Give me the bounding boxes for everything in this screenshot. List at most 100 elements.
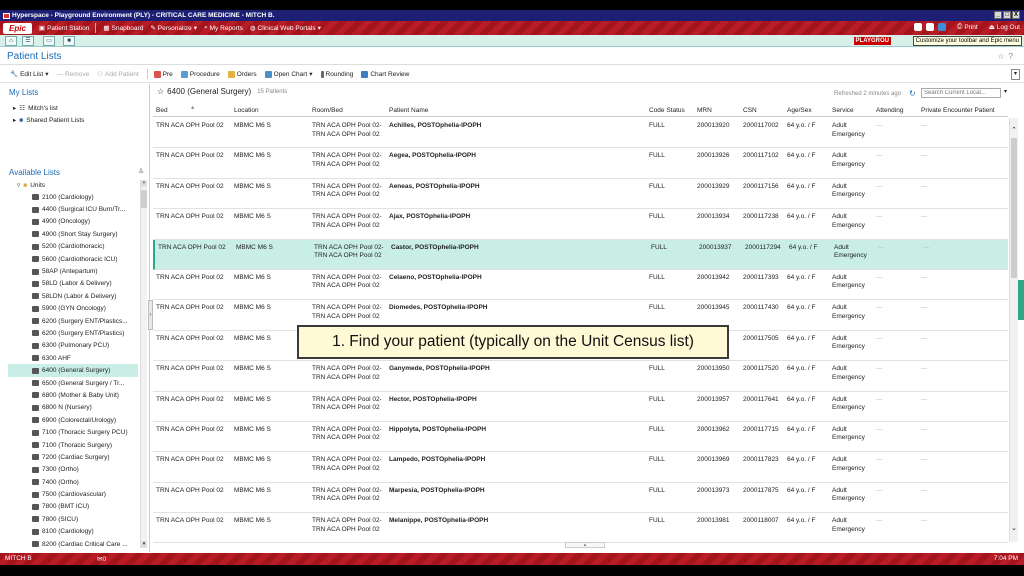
unit-list-item[interactable]: 5900 (GYN Oncology) bbox=[8, 303, 138, 315]
unit-list-item[interactable]: 8200 (Cardiac Critical Care ... bbox=[8, 538, 138, 550]
scroll-up-button[interactable]: + bbox=[141, 180, 147, 187]
col-attending[interactable]: Attending bbox=[876, 107, 903, 114]
scroll-down-button[interactable]: ⌄ bbox=[1010, 524, 1018, 534]
unit-list-item[interactable]: 6300 (Pulmonary PCU) bbox=[8, 340, 138, 352]
col-patient-name[interactable]: Patient Name bbox=[389, 107, 428, 114]
col-service[interactable]: Service bbox=[832, 107, 854, 114]
search-dropdown-arrow[interactable]: ▾ bbox=[1004, 88, 1007, 95]
units-folder[interactable]: ▿ ■ Units bbox=[17, 181, 45, 190]
clinical-web-portals-button[interactable]: ◍ Clinical Web Portals ▾ bbox=[250, 24, 321, 33]
refresh-icon[interactable]: ↻ bbox=[909, 89, 916, 98]
pre-button[interactable]: Pre bbox=[153, 70, 173, 78]
unit-list-item[interactable]: 58LD (Labor & Delivery) bbox=[8, 278, 138, 290]
patient-lists-tab-icon[interactable]: ☰ bbox=[22, 36, 34, 46]
inbasket-tab-icon[interactable]: ■ bbox=[63, 36, 75, 46]
unit-list-item[interactable]: 7500 (Cardiovascular) bbox=[8, 488, 138, 500]
table-scrollbar[interactable]: ⌃ ⌄ bbox=[1009, 118, 1018, 542]
favorite-star-icon[interactable]: ☆ bbox=[997, 52, 1008, 61]
unit-list-item[interactable]: 58AP (Antepartum) bbox=[8, 265, 138, 277]
message-indicator[interactable]: ✉0 bbox=[97, 555, 106, 563]
sidebar-scrollbar[interactable]: + ▾ bbox=[140, 180, 147, 548]
unit-list-item[interactable]: 2100 (Cardiology) bbox=[8, 191, 138, 203]
table-row[interactable]: TRN ACA OPH Pool 02 MBMC M6 S TRN ACA OPH … bbox=[153, 422, 1008, 453]
schedule-tab-icon[interactable]: ▭ bbox=[43, 36, 55, 46]
my-list-mitch[interactable]: ▸ ☷ Mitch's list bbox=[13, 104, 58, 113]
table-row[interactable]: TRN ACA OPH Pool 02 MBMC M6 S TRN ACA OPH … bbox=[153, 118, 1008, 149]
unit-list-item[interactable]: 8100 (Cardiology) bbox=[8, 526, 138, 538]
my-list-shared[interactable]: ▸ ■ Shared Patient Lists bbox=[13, 116, 84, 125]
unit-list-item[interactable]: 4400 (Surgical ICU Burn/Tr... bbox=[8, 203, 138, 215]
scroll-down-button[interactable]: ▾ bbox=[141, 541, 147, 548]
unit-list-item[interactable]: 7800 (BMT ICU) bbox=[8, 501, 138, 513]
unit-list-item[interactable]: 7800 (SICU) bbox=[8, 513, 138, 525]
col-code-status[interactable]: Code Status bbox=[649, 107, 685, 114]
col-location[interactable]: Location bbox=[234, 107, 259, 114]
table-row[interactable]: TRN ACA OPH Pool 02 MBMC M6 S TRN ACA OPH … bbox=[153, 148, 1008, 179]
user-icon[interactable] bbox=[938, 23, 947, 31]
chart-review-button[interactable]: Chart Review bbox=[361, 70, 409, 78]
help-icon[interactable]: ? bbox=[1009, 52, 1017, 61]
scrollbar-thumb[interactable] bbox=[141, 190, 147, 208]
patient-station-button[interactable]: ▣ Patient Station bbox=[39, 24, 89, 33]
favorite-star-icon[interactable]: ☆ bbox=[157, 87, 164, 96]
home-tab-icon[interactable]: ⌂ bbox=[5, 36, 17, 46]
toolbar-overflow-button[interactable]: ▾ bbox=[1011, 69, 1020, 80]
side-panel-tab[interactable] bbox=[1018, 280, 1024, 320]
unit-list-item[interactable]: 7100 (Thoracic Surgery PCU) bbox=[8, 426, 138, 438]
personalize-button[interactable]: ✎ Personalize ▾ bbox=[150, 24, 197, 33]
secure-chat-icon[interactable] bbox=[914, 23, 923, 31]
bottom-panel-grip[interactable]: ▴ bbox=[565, 542, 605, 548]
unit-list-item[interactable]: 7400 (Ortho) bbox=[8, 476, 138, 488]
unit-list-item[interactable]: 6800 N (Nursery) bbox=[8, 402, 138, 414]
table-row[interactable]: TRN ACA OPH Pool 02 MBMC M6 S TRN ACA OPH … bbox=[153, 452, 1008, 483]
unit-list-item[interactable]: 5200 (Cardiothoracic) bbox=[8, 241, 138, 253]
col-bed[interactable]: Bed bbox=[156, 107, 168, 114]
unit-list-item[interactable]: 6800 (Mother & Baby Unit) bbox=[8, 389, 138, 401]
unit-list-item[interactable]: 7300 (Ortho) bbox=[8, 464, 138, 476]
my-lists-heading[interactable]: My Lists bbox=[9, 88, 38, 97]
my-reports-button[interactable]: ⌕ My Reports bbox=[204, 24, 243, 32]
unit-list-item[interactable]: 7200 (Cardiac Surgery) bbox=[8, 451, 138, 463]
procedure-button[interactable]: Procedure bbox=[180, 70, 220, 78]
scrollbar-thumb[interactable] bbox=[1011, 138, 1017, 278]
available-lists-heading[interactable]: Available Lists bbox=[9, 168, 60, 177]
col-mrn[interactable]: MRN bbox=[697, 107, 712, 114]
unit-list-item[interactable]: 6400 (General Surgery) bbox=[8, 364, 138, 377]
table-row[interactable]: TRN ACA OPH Pool 02 MBMC M6 S TRN ACA OPH … bbox=[153, 361, 1008, 392]
rounding-button[interactable]: Rounding bbox=[320, 70, 353, 78]
unit-list-item[interactable]: 6900 (Colorectal/Urology) bbox=[8, 414, 138, 426]
unit-list-item[interactable]: 4900 (Oncology) bbox=[8, 216, 138, 228]
log-out-button[interactable]: ⏏ Log Out bbox=[989, 23, 1020, 32]
open-chart-button[interactable]: Open Chart ▾ bbox=[264, 70, 313, 78]
col-age-sex[interactable]: Age/Sex bbox=[787, 107, 812, 114]
restore-button[interactable]: □ bbox=[1003, 11, 1011, 19]
col-room-bed[interactable]: Room/Bed bbox=[312, 107, 343, 114]
table-row[interactable]: TRN ACA OPH Pool 02 MBMC M6 S TRN ACA OPH … bbox=[153, 239, 1008, 270]
unit-list-item[interactable]: 58LDN (Labor & Delivery) bbox=[8, 290, 138, 302]
orders-button[interactable]: Orders bbox=[227, 70, 257, 78]
unit-list-item[interactable]: 7100 (Thoracic Surgery) bbox=[8, 439, 138, 451]
table-row[interactable]: TRN ACA OPH Pool 02 MBMC M6 S TRN ACA OPH … bbox=[153, 392, 1008, 422]
table-row[interactable]: TRN ACA OPH Pool 02 MBMC M6 S TRN ACA OPH … bbox=[153, 179, 1008, 210]
close-window-button[interactable]: X bbox=[1012, 11, 1020, 19]
unit-list-item[interactable]: 6200 (Surgery ENT/Plastics... bbox=[8, 315, 138, 327]
unit-list-item[interactable]: 6300 AHF bbox=[8, 352, 138, 364]
table-row[interactable]: TRN ACA OPH Pool 02 MBMC M6 S TRN ACA OPH … bbox=[153, 513, 1008, 544]
remove-button[interactable]: — Remove bbox=[56, 71, 89, 78]
collapse-chevron-icon[interactable]: ≚ bbox=[138, 168, 144, 176]
col-private-encounter[interactable]: Private Encounter Patient bbox=[921, 107, 995, 114]
unit-list-item[interactable]: 6200 (Surgery ENT/Plastics) bbox=[8, 327, 138, 339]
search-current-location-input[interactable] bbox=[921, 88, 1001, 98]
table-row[interactable]: TRN ACA OPH Pool 02 MBMC M6 S TRN ACA OPH … bbox=[153, 270, 1008, 301]
minimize-button[interactable]: _ bbox=[994, 11, 1002, 19]
snapboard-button[interactable]: ▦ Snapboard bbox=[103, 24, 143, 33]
col-csn[interactable]: CSN bbox=[743, 107, 757, 114]
in-basket-icon[interactable] bbox=[926, 23, 935, 31]
unit-list-item[interactable]: 5600 (Cardiothoracic ICU) bbox=[8, 253, 138, 265]
edit-list-button[interactable]: 🔧 Edit List ▾ bbox=[10, 70, 48, 79]
unit-list-item[interactable]: 4900 (Short Stay Surgery) bbox=[8, 228, 138, 240]
unit-list-item[interactable]: 6500 (General Surgery / Tr... bbox=[8, 377, 138, 389]
scroll-up-button[interactable]: ⌃ bbox=[1010, 126, 1018, 136]
table-row[interactable]: TRN ACA OPH Pool 02 MBMC M6 S TRN ACA OPH … bbox=[153, 483, 1008, 514]
epic-menu-button[interactable]: Epic bbox=[3, 22, 32, 34]
